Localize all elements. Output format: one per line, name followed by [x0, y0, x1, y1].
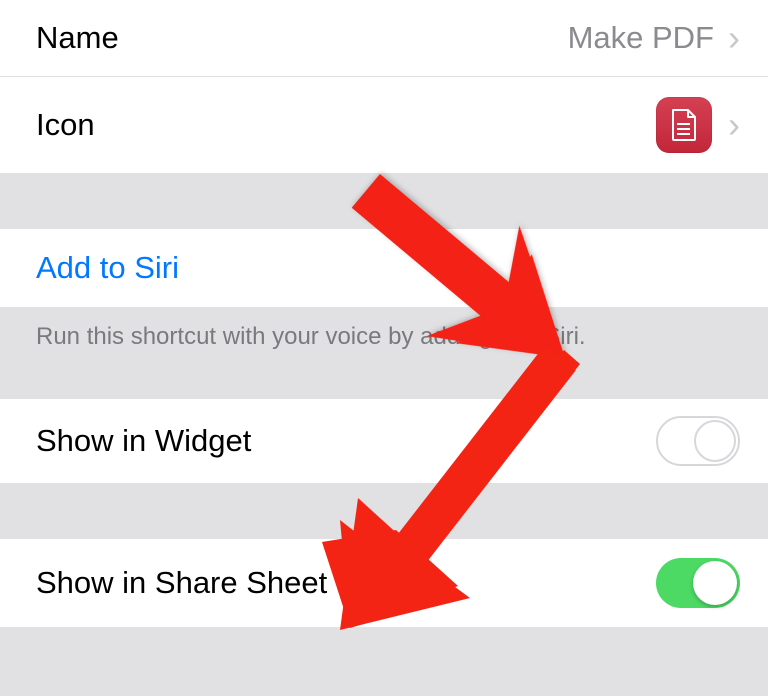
section-gap: [0, 173, 768, 229]
icon-label: Icon: [36, 107, 95, 143]
row-show-in-share-sheet: Show in Share Sheet: [0, 539, 768, 627]
siri-footer-text: Run this shortcut with your voice by add…: [0, 307, 768, 371]
name-label: Name: [36, 20, 119, 56]
chevron-right-icon: ›: [728, 107, 740, 143]
document-icon: [656, 97, 712, 153]
section-gap: [0, 371, 768, 399]
widget-toggle[interactable]: [656, 416, 740, 466]
row-add-to-siri[interactable]: Add to Siri: [0, 229, 768, 307]
row-icon[interactable]: Icon ›: [0, 77, 768, 173]
section-gap: [0, 483, 768, 539]
name-value: Make PDF: [568, 20, 714, 56]
share-sheet-toggle[interactable]: [656, 558, 740, 608]
share-sheet-label: Show in Share Sheet: [36, 565, 327, 601]
add-to-siri-link: Add to Siri: [36, 250, 179, 286]
row-show-in-widget: Show in Widget: [0, 399, 768, 483]
row-name[interactable]: Name Make PDF ›: [0, 0, 768, 76]
widget-label: Show in Widget: [36, 423, 251, 459]
chevron-right-icon: ›: [728, 20, 740, 56]
